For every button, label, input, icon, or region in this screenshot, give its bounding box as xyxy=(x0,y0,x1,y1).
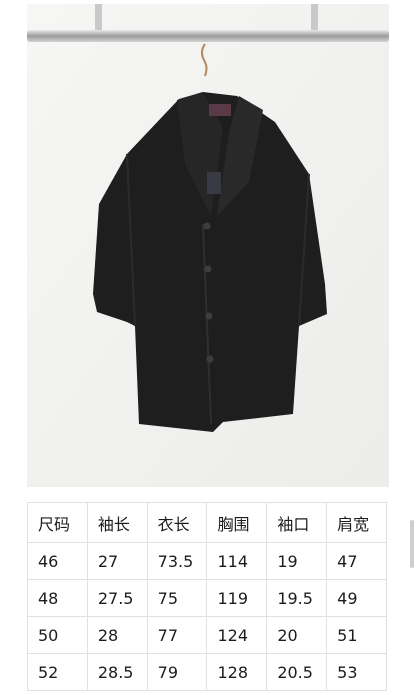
table-cell: 53 xyxy=(326,653,387,691)
scrollbar-thumb[interactable] xyxy=(410,520,414,568)
table-cell: 114 xyxy=(206,542,268,580)
table-cell: 48 xyxy=(27,579,88,617)
size-chart-table: 尺码 袖长 衣长 胸围 袖口 肩宽 46 27 73.5 114 19 47 4… xyxy=(27,502,387,691)
table-cell: 50 xyxy=(27,616,88,654)
table-cell: 28.5 xyxy=(86,653,148,691)
header-shoulder: 肩宽 xyxy=(326,502,387,543)
table-cell: 77 xyxy=(146,616,208,654)
table-row: 52 28.5 79 128 20.5 53 xyxy=(27,653,387,691)
table-cell: 19 xyxy=(266,542,328,580)
table-cell: 28 xyxy=(86,616,148,654)
table-row: 50 28 77 124 20 51 xyxy=(27,616,387,654)
table-cell: 51 xyxy=(326,616,387,654)
table-cell: 52 xyxy=(27,653,88,691)
header-garment-length: 衣长 xyxy=(146,502,208,543)
table-row: 48 27.5 75 119 19.5 49 xyxy=(27,579,387,617)
header-chest: 胸围 xyxy=(206,502,268,543)
table-cell: 19.5 xyxy=(266,579,328,617)
table-cell: 73.5 xyxy=(146,542,208,580)
table-cell: 27 xyxy=(86,542,148,580)
table-cell: 20 xyxy=(266,616,328,654)
table-cell: 49 xyxy=(326,579,387,617)
product-photo xyxy=(27,4,389,487)
header-sleeve-length: 袖长 xyxy=(86,502,148,543)
table-cell: 128 xyxy=(206,653,268,691)
table-cell: 119 xyxy=(206,579,268,617)
header-size: 尺码 xyxy=(27,502,88,543)
table-cell: 79 xyxy=(146,653,208,691)
table-cell: 47 xyxy=(326,542,387,580)
table-cell: 27.5 xyxy=(86,579,148,617)
product-screen: 尺码 袖长 衣长 胸围 袖口 肩宽 46 27 73.5 114 19 47 4… xyxy=(0,0,416,695)
header-cuff: 袖口 xyxy=(266,502,328,543)
table-cell: 75 xyxy=(146,579,208,617)
table-cell: 46 xyxy=(27,542,88,580)
table-row: 46 27 73.5 114 19 47 xyxy=(27,542,387,580)
table-cell: 20.5 xyxy=(266,653,328,691)
size-chart-header-row: 尺码 袖长 衣长 胸围 袖口 肩宽 xyxy=(27,502,387,543)
table-cell: 124 xyxy=(206,616,268,654)
